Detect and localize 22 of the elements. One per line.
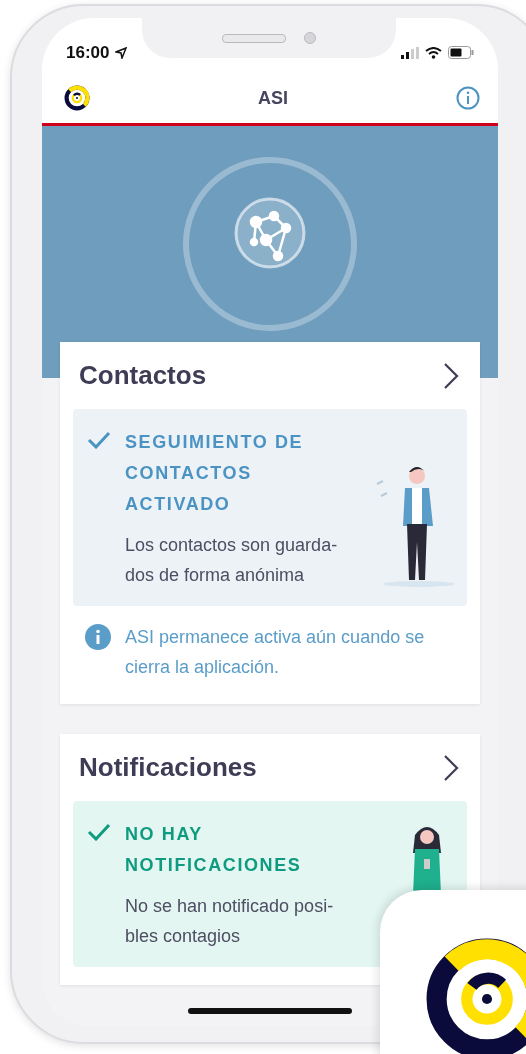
- chevron-right-icon[interactable]: [441, 360, 461, 391]
- status-heading: SEGUIMIENTO DE CONTACTOS ACTIVADO: [125, 431, 305, 516]
- check-icon: [87, 431, 111, 449]
- signal-icon: [401, 46, 419, 59]
- info-note: ASI permanece activa aún cuando se cierra la aplicación.: [125, 626, 426, 679]
- info-icon: [85, 624, 111, 650]
- info-icon[interactable]: [456, 86, 480, 110]
- app-title: ASI: [258, 87, 288, 109]
- speaker-grille: [222, 33, 286, 43]
- card-title: Notificaciones: [79, 752, 257, 783]
- status-heading: NO HAY NOTIFICACIONES: [125, 823, 303, 877]
- logo-icon: [64, 85, 90, 111]
- battery-icon: [448, 46, 474, 59]
- card-title: Contactos: [79, 360, 207, 391]
- status-description: Los contactos son guarda- dos de forma anónima: [125, 534, 339, 587]
- camera-lens: [304, 32, 316, 44]
- status-time: 16:00: [66, 42, 110, 63]
- chevron-right-icon[interactable]: [441, 752, 461, 783]
- check-icon: [87, 823, 111, 841]
- wifi-icon: [425, 46, 442, 59]
- location-arrow-icon: [115, 46, 128, 59]
- status-description: No se han notificado posi- bles contagios: [125, 895, 335, 948]
